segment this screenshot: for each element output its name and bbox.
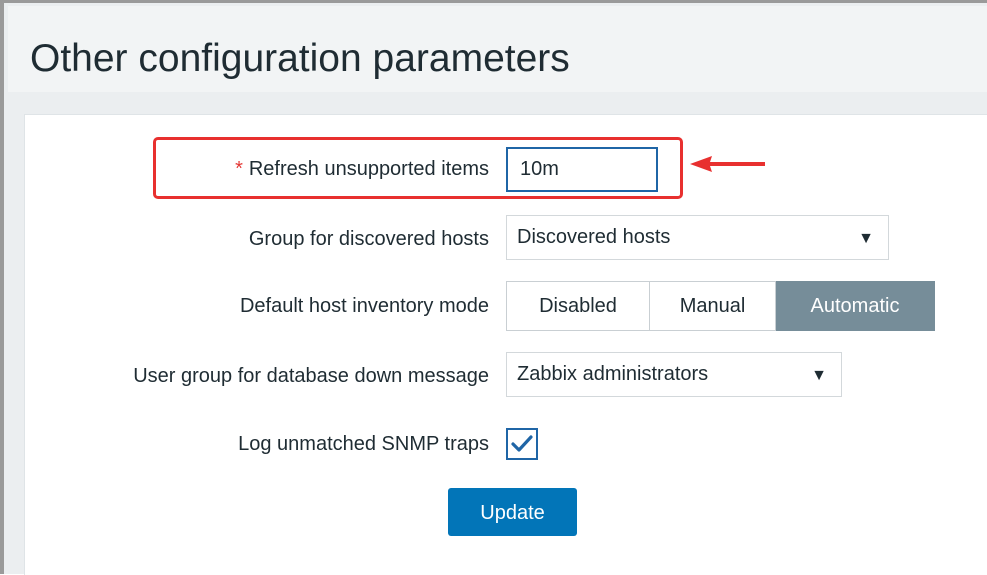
checkmark-icon bbox=[511, 435, 533, 452]
inventory-mode-label: Default host inventory mode bbox=[239, 295, 489, 317]
red-arrow-icon bbox=[690, 156, 765, 172]
group-discovered-hosts-select[interactable]: Discovered hosts ▼ bbox=[506, 215, 889, 260]
caret-down-icon: ▼ bbox=[811, 367, 827, 384]
annotation-highlight-box bbox=[153, 137, 683, 199]
group-discovered-hosts-label: Group for discovered hosts bbox=[248, 228, 489, 250]
inventory-mode-segmented-control: Disabled Manual Automatic bbox=[506, 281, 935, 331]
db-down-user-group-select[interactable]: Zabbix administrators ▼ bbox=[506, 352, 842, 397]
update-button[interactable]: Update bbox=[448, 488, 577, 536]
log-snmp-traps-label: Log unmatched SNMP traps bbox=[238, 433, 489, 455]
log-snmp-traps-checkbox[interactable] bbox=[506, 428, 538, 460]
inventory-mode-disabled-button[interactable]: Disabled bbox=[506, 281, 650, 331]
page-title: Other configuration parameters bbox=[30, 37, 570, 80]
db-down-user-group-label: User group for database down message bbox=[133, 365, 489, 387]
group-discovered-hosts-value: Discovered hosts bbox=[517, 226, 671, 248]
inventory-mode-automatic-button[interactable]: Automatic bbox=[776, 281, 935, 331]
db-down-user-group-value: Zabbix administrators bbox=[517, 363, 709, 385]
page-header: Other configuration parameters bbox=[8, 6, 987, 92]
inventory-mode-manual-button[interactable]: Manual bbox=[650, 281, 776, 331]
caret-down-icon: ▼ bbox=[858, 230, 874, 247]
